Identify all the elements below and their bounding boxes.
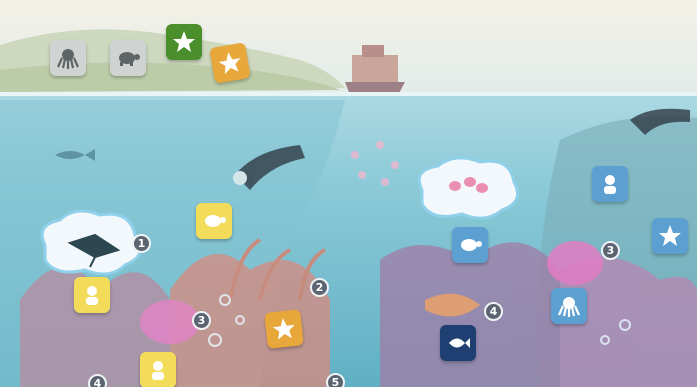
fish-school-cloud[interactable] (410, 152, 525, 224)
turtle-tile-blue[interactable] (452, 227, 488, 263)
octopus-icon (557, 297, 581, 317)
star-tile-green[interactable] (166, 24, 202, 60)
location-number-badge: 3 (192, 311, 211, 330)
turtle-icon (461, 239, 482, 251)
star-icon (272, 318, 295, 340)
diver-icon (604, 175, 616, 194)
location-number-badge: 4 (88, 374, 107, 387)
location-number-badge: 4 (484, 302, 503, 321)
diver-tile-yellow-bottom[interactable] (140, 352, 176, 387)
octopus-icon (56, 49, 80, 69)
star-tile-orange[interactable] (264, 309, 304, 349)
diver-icon (152, 361, 164, 380)
location-number-badge: 3 (601, 241, 620, 260)
star-icon (659, 225, 681, 246)
diver-tile-blue[interactable] (592, 166, 628, 202)
turtle-icon (205, 215, 226, 227)
star-tile-blue[interactable] (652, 218, 688, 254)
star-icon (173, 31, 195, 52)
turtle-tile-yellow[interactable] (196, 203, 232, 239)
star-tile-orange-top[interactable] (209, 42, 251, 84)
fish-icon (449, 338, 470, 348)
octopus-tile-gray[interactable] (50, 40, 86, 76)
location-number-badge: 2 (310, 278, 329, 297)
octopus-tile-blue[interactable] (551, 288, 587, 324)
turtle-icon (119, 52, 140, 66)
location-number-badge: 5 (326, 373, 345, 387)
fish-tile-navy[interactable] (440, 325, 476, 361)
location-number-badge: 1 (132, 234, 151, 253)
turtle-tile-gray[interactable] (110, 40, 146, 76)
star-icon (218, 52, 241, 75)
diver-tile-yellow[interactable] (74, 277, 110, 313)
diver-icon (86, 286, 98, 305)
game-board: 1 2 3 3 4 4 5 (0, 0, 697, 387)
